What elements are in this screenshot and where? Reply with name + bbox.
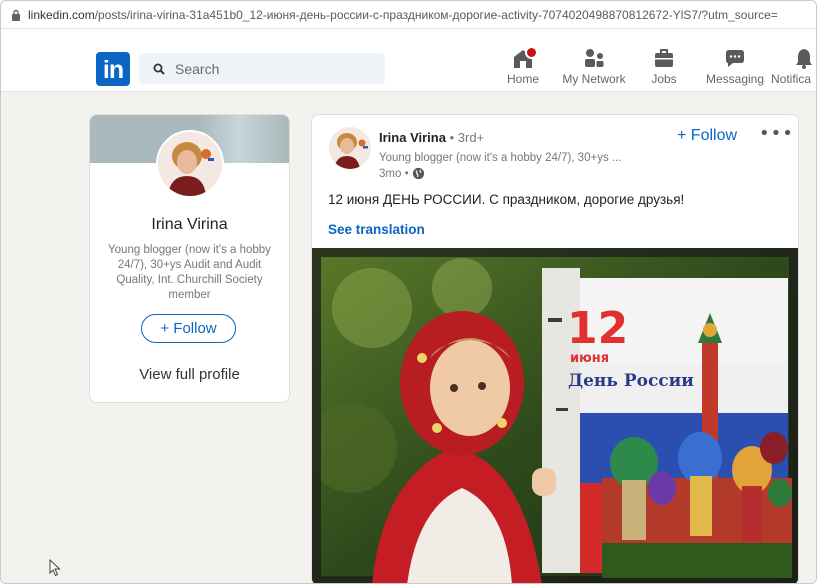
nav-jobs[interactable]: Jobs — [647, 45, 681, 91]
image-month: июня — [570, 351, 609, 366]
profile-headline: Young blogger (now it's a hobby 24/7), 3… — [108, 244, 271, 301]
nav-my-network-label: My Network — [562, 72, 626, 86]
post-time-text: 3mo • — [379, 167, 409, 180]
nav-home[interactable]: Home — [505, 45, 541, 91]
linkedin-logo[interactable]: in — [96, 52, 130, 86]
more-options-button[interactable]: ••• — [759, 123, 794, 144]
nav-home-label: Home — [506, 72, 539, 86]
mouse-cursor-icon — [49, 559, 61, 577]
profile-card: Irina Virina Young blogger (now it's a h… — [89, 114, 290, 403]
url-path: /posts/irina-virina-31a451b0_12-июня-ден… — [94, 7, 778, 22]
author-photo — [329, 127, 371, 169]
post-author-name[interactable]: Irina Virina — [379, 130, 446, 145]
post-image[interactable]: 12 июня День России — [312, 248, 798, 583]
browser-window: linkedin.com/posts/irina-virina-31a451b0… — [0, 0, 817, 584]
view-full-profile-link[interactable]: View full profile — [90, 366, 289, 383]
bell-icon — [796, 49, 812, 69]
image-big-number: 12 — [567, 303, 628, 354]
search-box[interactable] — [139, 53, 385, 84]
feed-post: Irina Virina • 3rd+ Young blogger (now i… — [311, 114, 799, 583]
url-domain: linkedin.com — [28, 7, 95, 22]
nav-messaging-label: Messaging — [705, 72, 765, 86]
post-follow-button[interactable]: + Follow — [677, 127, 737, 145]
address-bar[interactable]: linkedin.com/posts/irina-virina-31a451b0… — [1, 1, 816, 29]
nav-messaging[interactable]: Messaging — [705, 45, 765, 91]
home-notification-badge — [525, 46, 538, 59]
post-text: 12 июня ДЕНЬ РОССИИ. С праздником, дорог… — [328, 192, 685, 207]
nav-notifications-label: Notifica — [771, 72, 812, 86]
profile-follow-button[interactable]: + Follow — [141, 314, 236, 343]
russia-day-illustration: 12 июня День России — [312, 248, 798, 583]
lock-icon — [12, 9, 20, 21]
nav-notifications[interactable]: Notifica — [771, 45, 816, 91]
search-input[interactable] — [175, 60, 365, 77]
people-icon — [585, 49, 604, 67]
profile-avatar[interactable] — [156, 130, 224, 198]
see-translation-link[interactable]: See translation — [328, 222, 425, 237]
globe-icon — [412, 167, 424, 180]
avatar-photo — [158, 132, 222, 196]
connection-degree: • 3rd+ — [449, 130, 485, 145]
search-icon — [153, 63, 165, 75]
profile-name[interactable]: Irina Virina — [90, 216, 289, 234]
nav-jobs-label: Jobs — [651, 72, 677, 86]
post-author-avatar[interactable] — [329, 127, 371, 169]
briefcase-icon — [655, 49, 673, 67]
post-author[interactable]: Irina Virina • 3rd+ — [379, 130, 484, 145]
image-caption: День России — [568, 371, 694, 391]
chat-icon — [726, 50, 744, 67]
nav-my-network[interactable]: My Network — [561, 45, 627, 91]
post-timestamp: 3mo • — [379, 167, 425, 180]
post-author-headline: Young blogger (now it's a hobby 24/7), 3… — [379, 152, 622, 164]
